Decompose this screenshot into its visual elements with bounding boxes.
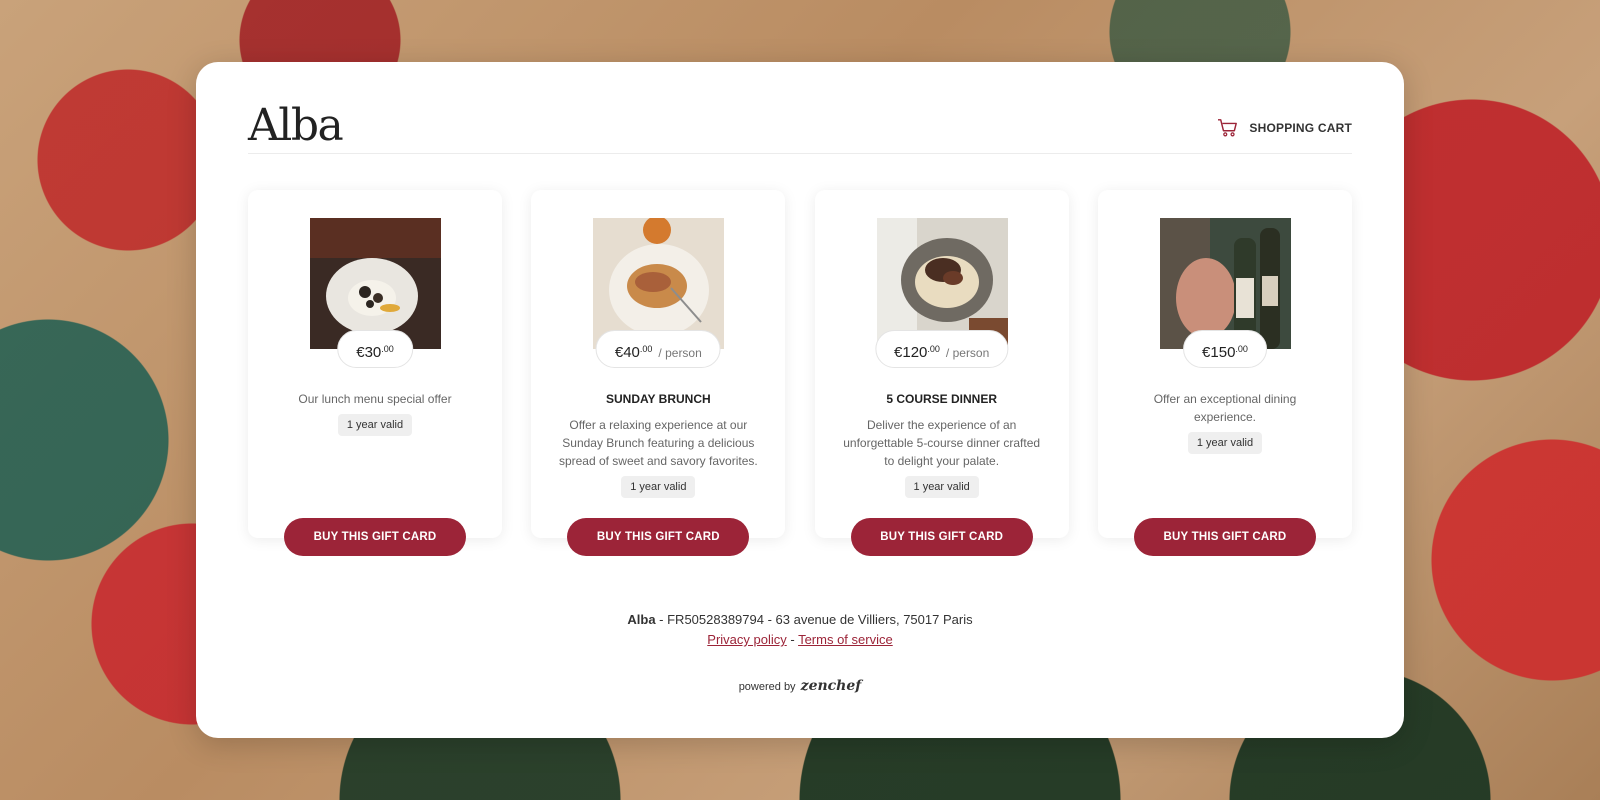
validity-badge: 1 year valid (1187, 432, 1263, 454)
terms-of-service-link[interactable]: Terms of service (798, 632, 893, 647)
cart-label: SHOPPING CART (1249, 121, 1352, 135)
price-amount: €40 (614, 344, 640, 361)
price-badge: €150.00 (1183, 330, 1267, 368)
header: Alba SHOPPING CART (248, 100, 1352, 154)
offer-description-block: Offer a relaxing experience at our Sunda… (557, 416, 759, 498)
validity-badge: 1 year valid (621, 476, 696, 498)
offer-description: Our lunch menu special offer (298, 392, 452, 406)
offer-description-block: Offer an exceptional dining experience. … (1124, 390, 1326, 454)
business-details: - FR50528389794 - 63 avenue de Villiers,… (655, 612, 973, 627)
offer-description: Offer a relaxing experience at our Sunda… (558, 418, 758, 468)
price-unit: / person (945, 346, 990, 360)
buy-gift-card-button[interactable]: BUY THIS GIFT CARD (567, 518, 750, 556)
powered-by: powered by zenchef (196, 678, 1404, 694)
price-cents: .00 (381, 344, 394, 354)
gift-card-offer: €120.00 / person 5 COURSE DINNER Deliver … (814, 190, 1069, 556)
validity-badge: 1 year valid (904, 476, 979, 498)
powered-by-label: powered by (738, 681, 796, 693)
price-amount: €120 (894, 344, 928, 361)
cart-icon (1218, 119, 1238, 137)
gift-card-offer: €40.00 / person SUNDAY BRUNCH Offer a rel… (531, 190, 786, 556)
price-unit: / person (658, 346, 702, 360)
offer-description: Deliver the experience of an unforgettab… (843, 418, 1041, 468)
price-badge: €120.00 / person (875, 330, 1009, 368)
price-amount: €30 (356, 344, 382, 361)
offer-description: Offer an exceptional dining experience. (1153, 392, 1297, 424)
restaurant-logo: Alba (248, 100, 344, 151)
offer-title: 5 COURSE DINNER (886, 392, 997, 406)
buy-gift-card-button[interactable]: BUY THIS GIFT CARD (284, 518, 466, 556)
privacy-policy-link[interactable]: Privacy policy (707, 632, 786, 647)
zenchef-logo[interactable]: zenchef (801, 678, 862, 694)
price-cents: .00 (639, 344, 653, 354)
offer-description-block: Our lunch menu special offer 1 year vali… (274, 390, 476, 436)
buy-gift-card-button[interactable]: BUY THIS GIFT CARD (1133, 518, 1316, 556)
price-badge: €40.00 / person (595, 330, 721, 368)
offer-title: SUNDAY BRUNCH (605, 392, 711, 406)
gift-card-panel: Alba SHOPPING CART €30.00 Our lunch menu… (196, 62, 1404, 738)
link-separator: - (786, 632, 799, 647)
legal-links: Privacy policy - Terms of service (196, 630, 1404, 650)
price-badge: €30.00 (337, 330, 413, 368)
business-info: Alba - FR50528389794 - 63 avenue de Vill… (196, 610, 1404, 630)
gift-card-offer: €30.00 Our lunch menu special offer 1 ye… (248, 190, 502, 556)
price-cents: .00 (927, 344, 940, 354)
footer: Alba - FR50528389794 - 63 avenue de Vill… (196, 610, 1404, 650)
gift-card-list: €30.00 Our lunch menu special offer 1 ye… (248, 190, 1352, 556)
shopping-cart-link[interactable]: SHOPPING CART (1217, 118, 1352, 138)
buy-gift-card-button[interactable]: BUY THIS GIFT CARD (850, 518, 1033, 556)
business-name: Alba (627, 612, 656, 627)
offer-description-block: Deliver the experience of an unforgettab… (841, 416, 1043, 498)
validity-badge: 1 year valid (337, 414, 413, 436)
price-cents: .00 (1235, 344, 1248, 354)
gift-card-offer: €150.00 Offer an exceptional dining expe… (1097, 190, 1352, 556)
price-amount: €150 (1202, 344, 1236, 361)
